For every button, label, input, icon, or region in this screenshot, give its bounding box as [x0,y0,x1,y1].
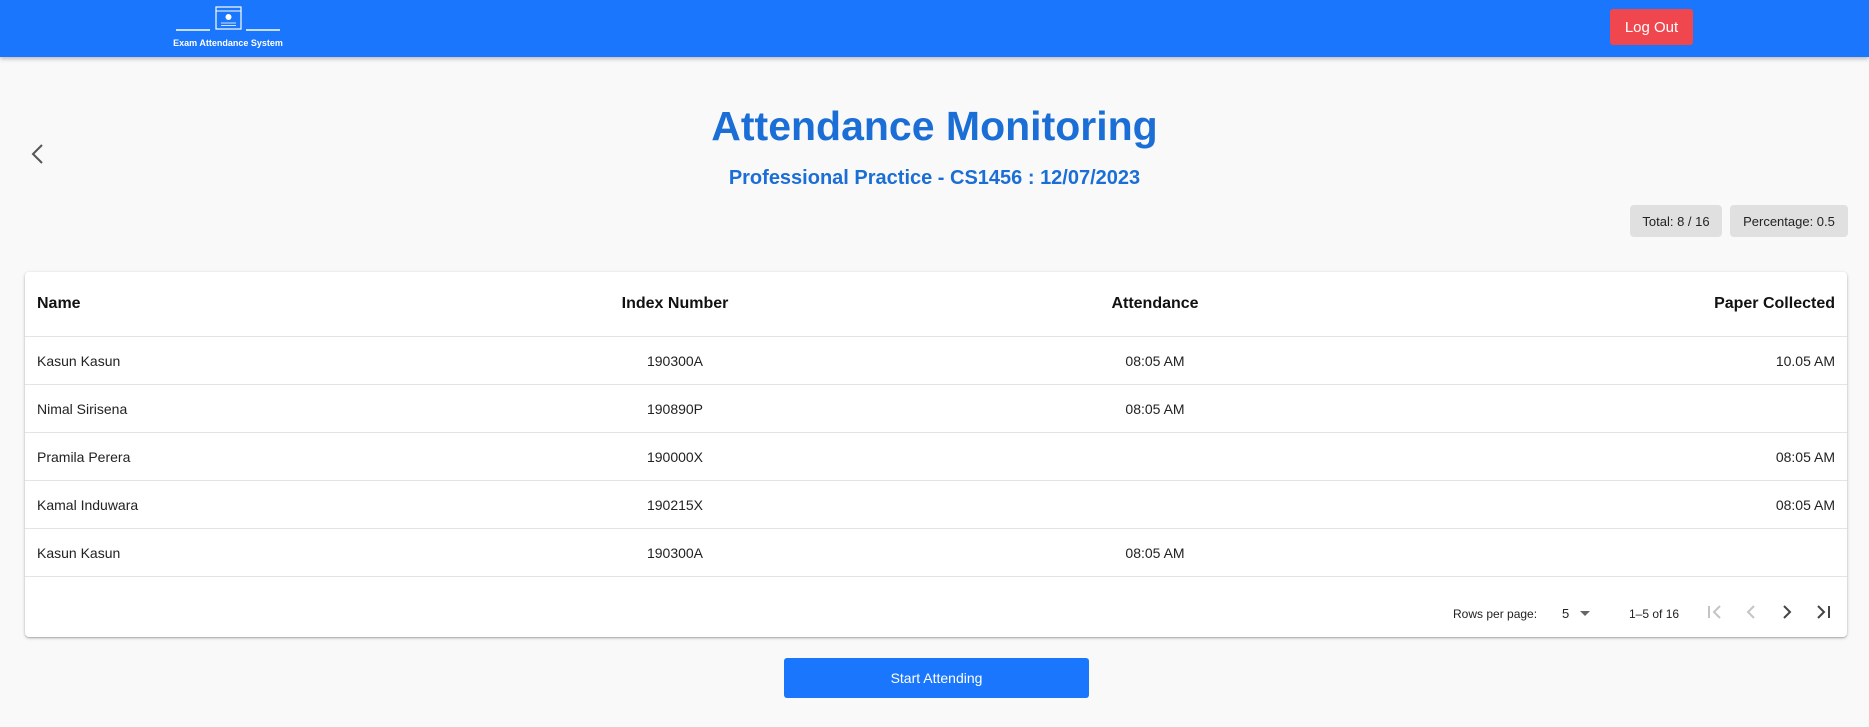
logout-button[interactable]: Log Out [1610,9,1693,45]
column-header-paper: Paper Collected [1714,295,1835,312]
column-header-attendance: Attendance [1111,295,1199,312]
previous-page-button[interactable] [1739,600,1763,624]
table-row[interactable]: Kasun Kasun 190300A 08:05 AM 10.05 AM [25,337,1847,385]
next-page-button[interactable] [1775,600,1799,624]
cell-paper [1535,385,1835,432]
cell-attendance [1005,481,1305,528]
first-page-button[interactable] [1703,600,1727,624]
exam-logo-icon [176,6,280,31]
cell-paper [1535,529,1835,576]
cell-attendance: 08:05 AM [1125,352,1185,369]
table-pagination: Rows per page: 5 1–5 of 16 [25,590,1847,637]
cell-name: Kasun Kasun [37,352,121,369]
rows-per-page-label: Rows per page: [1453,607,1538,621]
cell-index: 190215X [646,496,704,513]
cell-paper: 08:05 AM [1775,448,1835,465]
table-row[interactable]: Nimal Sirisena 190890P 08:05 AM [25,385,1847,433]
first-page-icon [1708,605,1721,619]
rows-per-page-select[interactable]: 5 [1562,606,1569,621]
table-row[interactable]: Kamal Induwara 190215X 08:05 AM [25,481,1847,529]
page-range: 1–5 of 16 [1629,607,1680,621]
cell-name: Kamal Induwara [37,496,139,513]
cell-name: Nimal Sirisena [37,400,128,417]
total-chip: Total: 8 / 16 [1630,205,1722,237]
column-header-name: Name [37,295,81,312]
start-attending-button[interactable]: Start Attending [784,658,1089,698]
cell-paper: 08:05 AM [1775,496,1835,513]
cell-index: 190300A [646,352,704,369]
cell-index: 190300A [646,544,704,561]
table-header-row: Name Index Number Attendance Paper Colle… [25,272,1847,337]
cell-attendance: 08:05 AM [1125,544,1185,561]
chevron-left-icon [1746,605,1755,619]
cell-paper: 10.05 AM [1775,352,1835,369]
logo-text: Exam Attendance System [173,38,283,48]
page-subtitle: Professional Practice - CS1456 : 12/07/2… [728,167,1141,189]
caret-down-icon[interactable] [1578,606,1592,620]
cell-name: Kasun Kasun [37,544,121,561]
cell-attendance [1005,433,1305,480]
cell-index: 190000X [646,448,704,465]
percentage-chip: Percentage: 0.5 [1730,205,1848,237]
cell-name: Pramila Perera [37,448,131,465]
chevron-right-icon [1783,605,1792,619]
attendance-table: Name Index Number Attendance Paper Colle… [25,272,1847,637]
table-row[interactable]: Kasun Kasun 190300A 08:05 AM [25,529,1847,577]
last-page-button[interactable] [1811,600,1835,624]
cell-index: 190890P [646,400,704,417]
top-app-bar: Exam Attendance System Log Out [0,0,1869,57]
column-header-index: Index Number [621,295,729,312]
page-title: Attendance Monitoring [711,103,1158,149]
table-row[interactable]: Pramila Perera 190000X 08:05 AM [25,433,1847,481]
app-logo[interactable]: Exam Attendance System [172,6,284,50]
last-page-icon [1817,605,1830,619]
cell-attendance: 08:05 AM [1125,400,1185,417]
